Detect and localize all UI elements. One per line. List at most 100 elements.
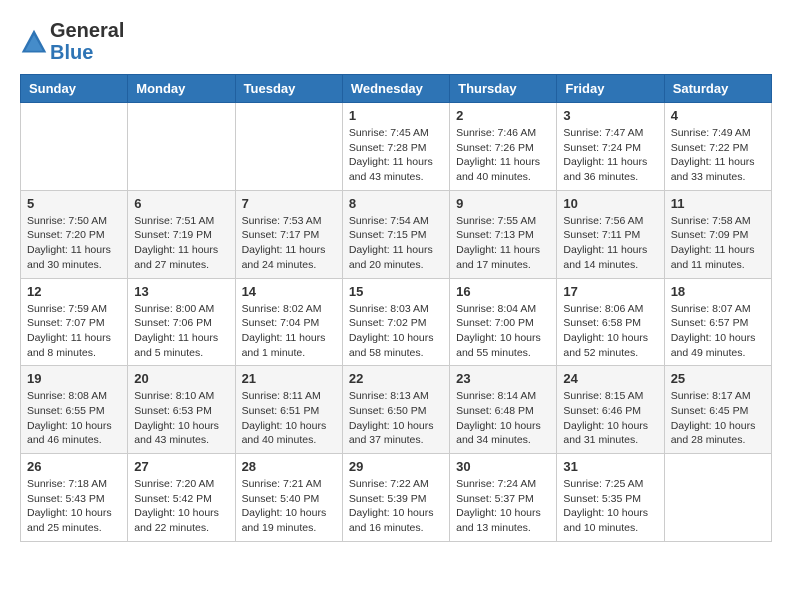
day-cell: 27 Sunrise: 7:20 AM Sunset: 5:42 PM Dayli… (128, 454, 235, 542)
weekday-header-row: SundayMondayTuesdayWednesdayThursdayFrid… (21, 75, 772, 103)
day-info: Sunrise: 7:21 AM Sunset: 5:40 PM Dayligh… (242, 477, 336, 536)
day-cell: 17 Sunrise: 8:06 AM Sunset: 6:58 PM Dayli… (557, 278, 664, 366)
day-number: 4 (671, 108, 765, 123)
weekday-header-friday: Friday (557, 75, 664, 103)
day-number: 19 (27, 371, 121, 386)
day-cell: 23Sunrise: 8:14 AM Sunset: 6:48 PM Dayli… (450, 366, 557, 454)
day-number: 30 (456, 459, 550, 474)
logo-icon (20, 28, 48, 56)
day-cell (128, 103, 235, 191)
day-number: 17 (563, 284, 657, 299)
day-number: 10 (563, 196, 657, 211)
day-cell (664, 454, 771, 542)
day-cell: 30 Sunrise: 7:24 AM Sunset: 5:37 PM Dayli… (450, 454, 557, 542)
day-cell: 4Sunrise: 7:49 AM Sunset: 7:22 PM Daylig… (664, 103, 771, 191)
day-cell: 15 Sunrise: 8:03 AM Sunset: 7:02 PM Dayli… (342, 278, 449, 366)
week-row-5: 26 Sunrise: 7:18 AM Sunset: 5:43 PM Dayli… (21, 454, 772, 542)
day-number: 1 (349, 108, 443, 123)
day-number: 18 (671, 284, 765, 299)
weekday-header-saturday: Saturday (664, 75, 771, 103)
day-info: Sunrise: 7:24 AM Sunset: 5:37 PM Dayligh… (456, 477, 550, 536)
day-cell: 16 Sunrise: 8:04 AM Sunset: 7:00 PM Dayli… (450, 278, 557, 366)
day-info: Sunrise: 8:10 AM Sunset: 6:53 PM Dayligh… (134, 389, 228, 448)
day-info: Sunrise: 8:11 AM Sunset: 6:51 PM Dayligh… (242, 389, 336, 448)
day-number: 16 (456, 284, 550, 299)
day-info: Sunrise: 8:08 AM Sunset: 6:55 PM Dayligh… (27, 389, 121, 448)
day-number: 6 (134, 196, 228, 211)
day-cell: 28 Sunrise: 7:21 AM Sunset: 5:40 PM Dayli… (235, 454, 342, 542)
day-info: Sunrise: 8:13 AM Sunset: 6:50 PM Dayligh… (349, 389, 443, 448)
day-number: 28 (242, 459, 336, 474)
weekday-header-thursday: Thursday (450, 75, 557, 103)
day-cell: 10Sunrise: 7:56 AM Sunset: 7:11 PM Dayli… (557, 190, 664, 278)
day-info: Sunrise: 7:47 AM Sunset: 7:24 PM Dayligh… (563, 126, 657, 185)
day-info: Sunrise: 7:20 AM Sunset: 5:42 PM Dayligh… (134, 477, 228, 536)
week-row-2: 5 Sunrise: 7:50 AM Sunset: 7:20 PM Daylig… (21, 190, 772, 278)
day-info: Sunrise: 7:58 AM Sunset: 7:09 PM Dayligh… (671, 214, 765, 273)
day-cell: 29Sunrise: 7:22 AM Sunset: 5:39 PM Dayli… (342, 454, 449, 542)
day-cell (21, 103, 128, 191)
day-info: Sunrise: 7:45 AM Sunset: 7:28 PM Dayligh… (349, 126, 443, 185)
week-row-1: 1 Sunrise: 7:45 AM Sunset: 7:28 PM Daylig… (21, 103, 772, 191)
day-number: 2 (456, 108, 550, 123)
day-info: Sunrise: 7:25 AM Sunset: 5:35 PM Dayligh… (563, 477, 657, 536)
day-number: 20 (134, 371, 228, 386)
day-info: Sunrise: 8:17 AM Sunset: 6:45 PM Dayligh… (671, 389, 765, 448)
day-number: 12 (27, 284, 121, 299)
day-cell: 22Sunrise: 8:13 AM Sunset: 6:50 PM Dayli… (342, 366, 449, 454)
day-cell: 11Sunrise: 7:58 AM Sunset: 7:09 PM Dayli… (664, 190, 771, 278)
day-cell: 6 Sunrise: 7:51 AM Sunset: 7:19 PM Daylig… (128, 190, 235, 278)
day-info: Sunrise: 7:18 AM Sunset: 5:43 PM Dayligh… (27, 477, 121, 536)
day-number: 25 (671, 371, 765, 386)
day-number: 26 (27, 459, 121, 474)
week-row-4: 19 Sunrise: 8:08 AM Sunset: 6:55 PM Dayli… (21, 366, 772, 454)
day-cell: 21 Sunrise: 8:11 AM Sunset: 6:51 PM Dayli… (235, 366, 342, 454)
weekday-header-wednesday: Wednesday (342, 75, 449, 103)
day-info: Sunrise: 7:46 AM Sunset: 7:26 PM Dayligh… (456, 126, 550, 185)
day-info: Sunrise: 8:00 AM Sunset: 7:06 PM Dayligh… (134, 302, 228, 361)
day-cell: 1 Sunrise: 7:45 AM Sunset: 7:28 PM Daylig… (342, 103, 449, 191)
day-cell: 20 Sunrise: 8:10 AM Sunset: 6:53 PM Dayli… (128, 366, 235, 454)
day-cell: 12 Sunrise: 7:59 AM Sunset: 7:07 PM Dayli… (21, 278, 128, 366)
day-number: 27 (134, 459, 228, 474)
day-cell: 5 Sunrise: 7:50 AM Sunset: 7:20 PM Daylig… (21, 190, 128, 278)
day-number: 13 (134, 284, 228, 299)
header: General Blue (20, 20, 772, 64)
weekday-header-sunday: Sunday (21, 75, 128, 103)
day-cell: 25 Sunrise: 8:17 AM Sunset: 6:45 PM Dayli… (664, 366, 771, 454)
day-info: Sunrise: 8:06 AM Sunset: 6:58 PM Dayligh… (563, 302, 657, 361)
day-number: 3 (563, 108, 657, 123)
week-row-3: 12 Sunrise: 7:59 AM Sunset: 7:07 PM Dayli… (21, 278, 772, 366)
day-cell: 2 Sunrise: 7:46 AM Sunset: 7:26 PM Daylig… (450, 103, 557, 191)
calendar-page: General Blue SundayMondayTuesdayWednesda… (0, 0, 792, 552)
day-info: Sunrise: 7:51 AM Sunset: 7:19 PM Dayligh… (134, 214, 228, 273)
day-number: 5 (27, 196, 121, 211)
day-info: Sunrise: 7:53 AM Sunset: 7:17 PM Dayligh… (242, 214, 336, 273)
day-cell: 13 Sunrise: 8:00 AM Sunset: 7:06 PM Dayli… (128, 278, 235, 366)
logo-text-line2: Blue (50, 42, 124, 64)
day-info: Sunrise: 7:50 AM Sunset: 7:20 PM Dayligh… (27, 214, 121, 273)
day-cell: 24Sunrise: 8:15 AM Sunset: 6:46 PM Dayli… (557, 366, 664, 454)
day-info: Sunrise: 7:55 AM Sunset: 7:13 PM Dayligh… (456, 214, 550, 273)
day-number: 29 (349, 459, 443, 474)
day-info: Sunrise: 7:59 AM Sunset: 7:07 PM Dayligh… (27, 302, 121, 361)
day-info: Sunrise: 8:14 AM Sunset: 6:48 PM Dayligh… (456, 389, 550, 448)
day-cell: 14 Sunrise: 8:02 AM Sunset: 7:04 PM Dayli… (235, 278, 342, 366)
weekday-header-tuesday: Tuesday (235, 75, 342, 103)
day-cell: 8Sunrise: 7:54 AM Sunset: 7:15 PM Daylig… (342, 190, 449, 278)
calendar-table: SundayMondayTuesdayWednesdayThursdayFrid… (20, 74, 772, 542)
day-number: 7 (242, 196, 336, 211)
day-info: Sunrise: 8:15 AM Sunset: 6:46 PM Dayligh… (563, 389, 657, 448)
day-cell (235, 103, 342, 191)
day-info: Sunrise: 8:07 AM Sunset: 6:57 PM Dayligh… (671, 302, 765, 361)
day-info: Sunrise: 8:04 AM Sunset: 7:00 PM Dayligh… (456, 302, 550, 361)
day-cell: 26 Sunrise: 7:18 AM Sunset: 5:43 PM Dayli… (21, 454, 128, 542)
day-info: Sunrise: 8:02 AM Sunset: 7:04 PM Dayligh… (242, 302, 336, 361)
day-cell: 19 Sunrise: 8:08 AM Sunset: 6:55 PM Dayli… (21, 366, 128, 454)
day-number: 21 (242, 371, 336, 386)
day-cell: 3 Sunrise: 7:47 AM Sunset: 7:24 PM Daylig… (557, 103, 664, 191)
day-number: 15 (349, 284, 443, 299)
day-cell: 7 Sunrise: 7:53 AM Sunset: 7:17 PM Daylig… (235, 190, 342, 278)
day-number: 14 (242, 284, 336, 299)
day-info: Sunrise: 8:03 AM Sunset: 7:02 PM Dayligh… (349, 302, 443, 361)
